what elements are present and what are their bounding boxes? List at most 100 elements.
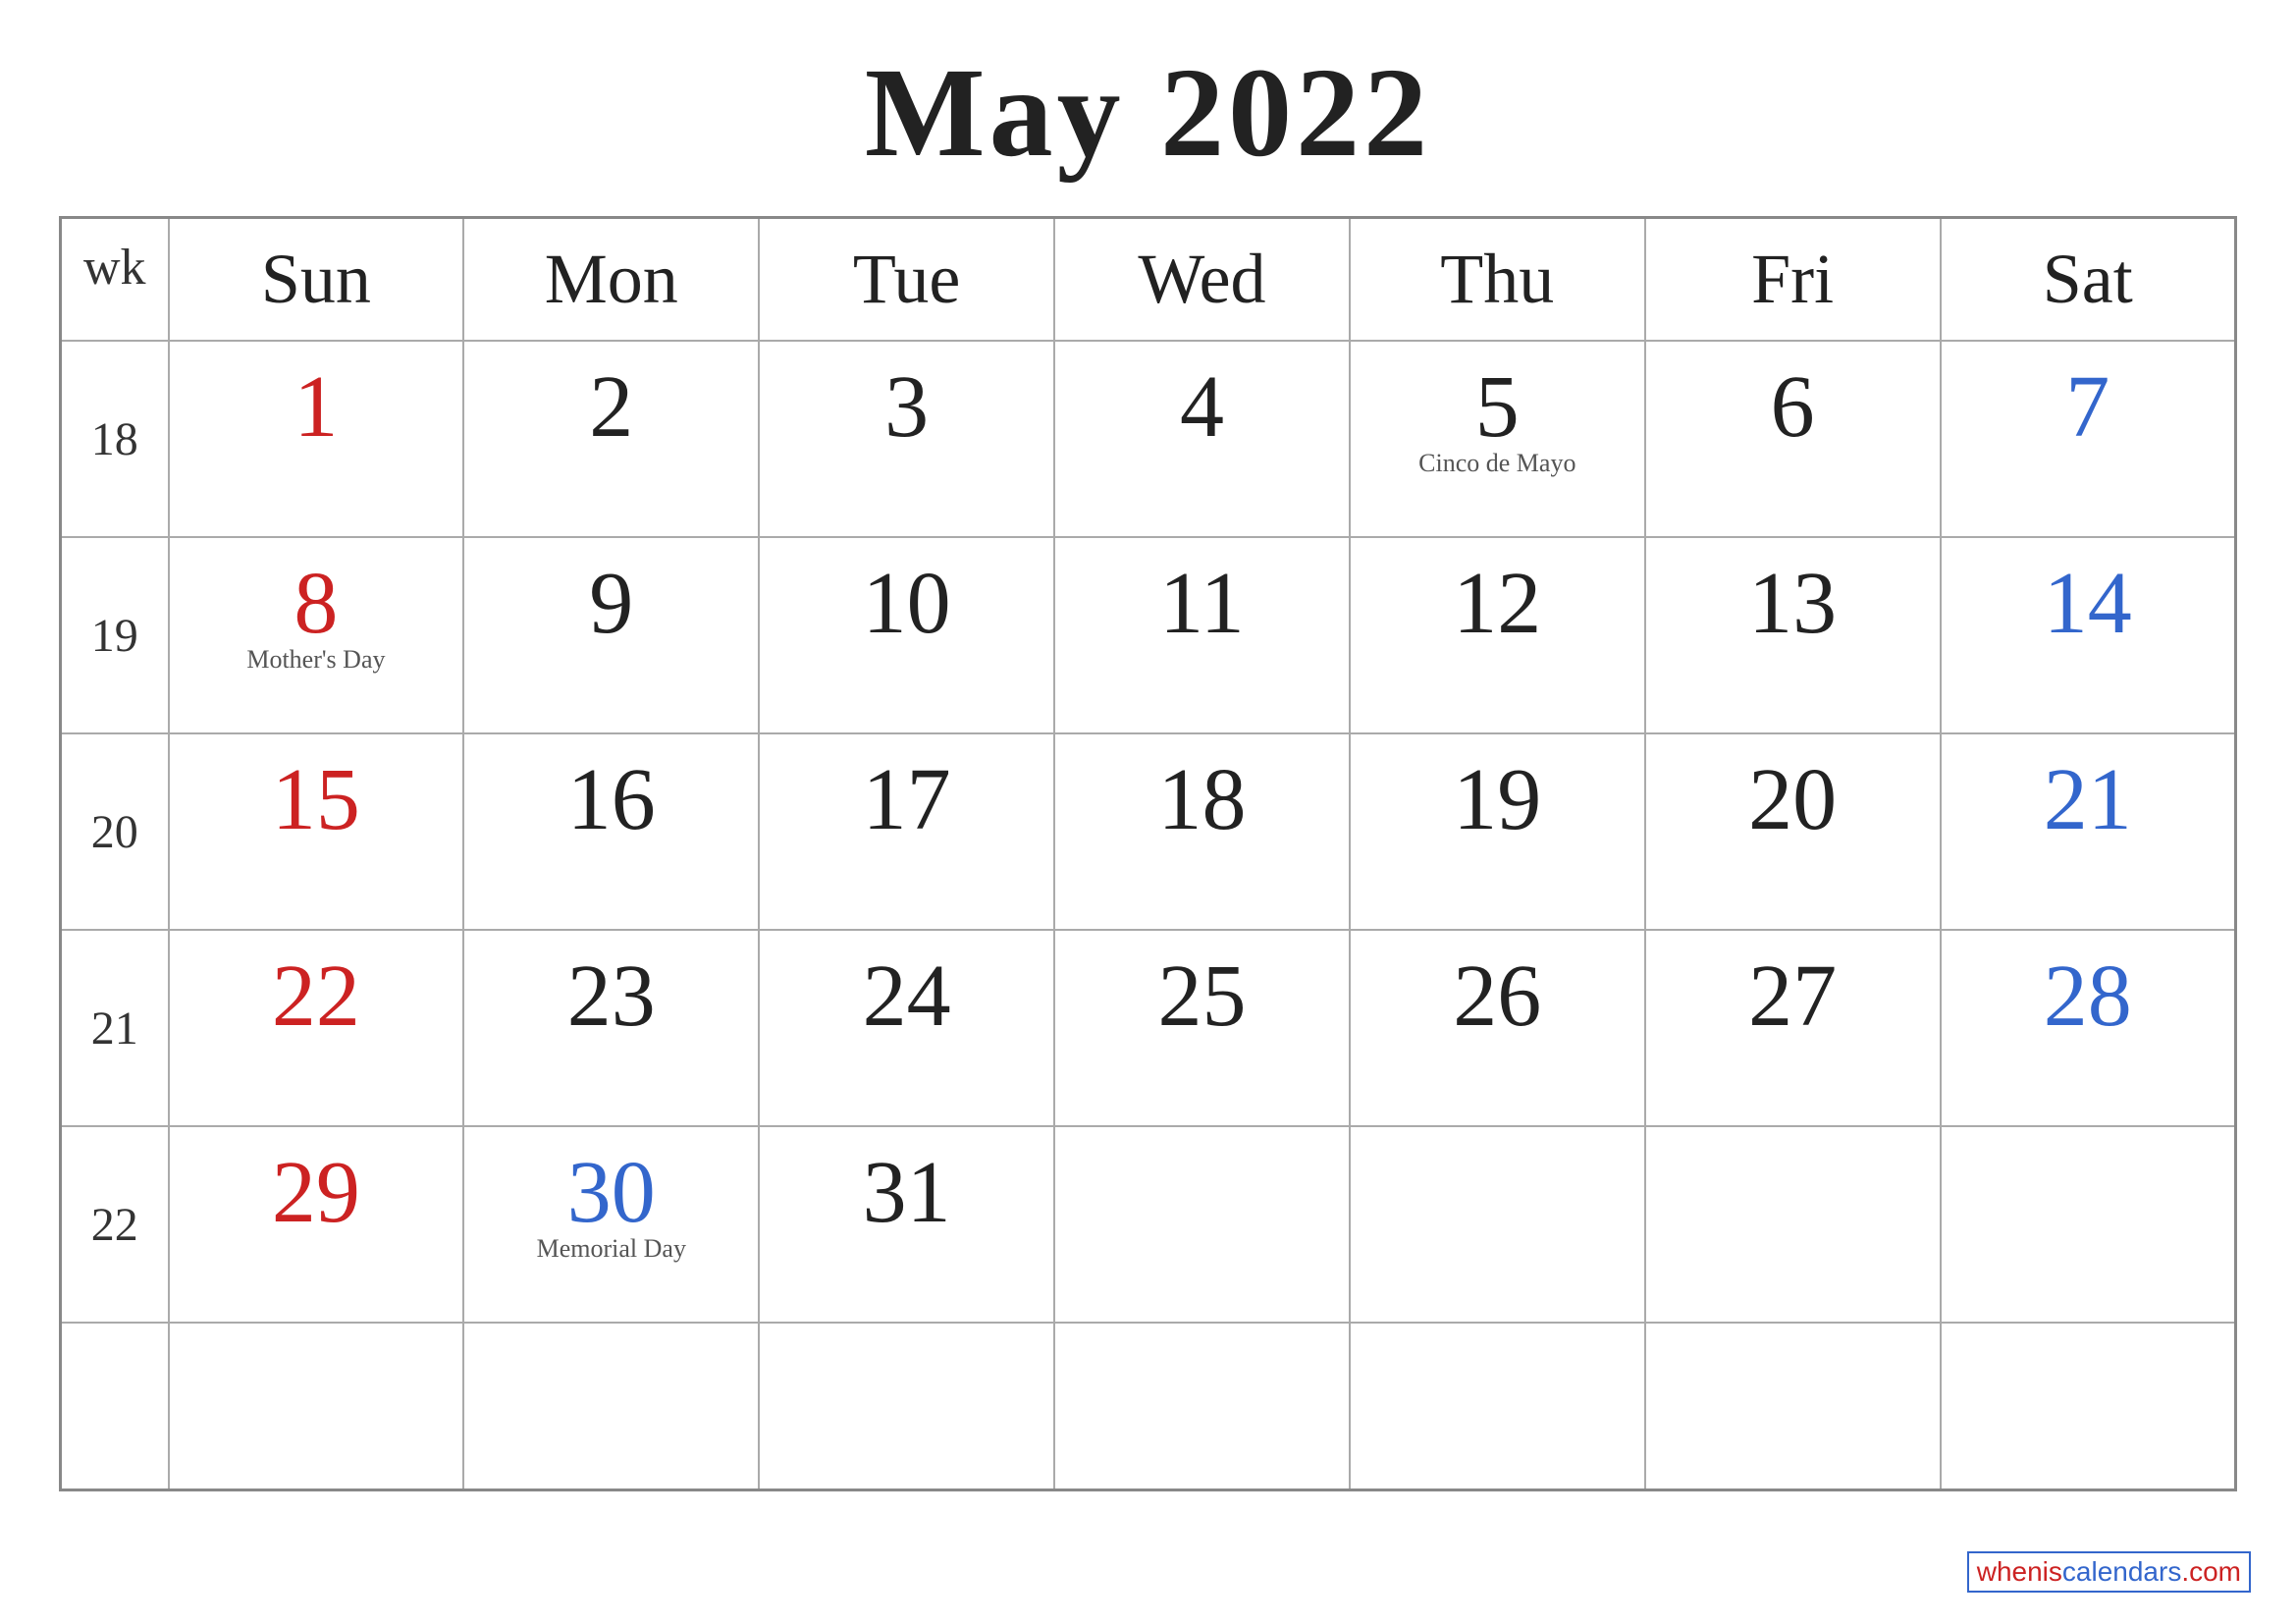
week-number-2: 19	[61, 537, 169, 733]
watermark-red: whenis	[1977, 1556, 2062, 1587]
day-number: 13	[1748, 555, 1837, 652]
header-sat: Sat	[1941, 218, 2236, 342]
day-cell	[169, 1323, 464, 1489]
watermark[interactable]: wheniscalendars.com	[1961, 1549, 2257, 1595]
day-number: 26	[1453, 947, 1541, 1045]
watermark-link[interactable]: wheniscalendars.com	[1977, 1556, 2241, 1587]
day-cell: 18	[1054, 733, 1350, 930]
week-number-1: 18	[61, 341, 169, 537]
holiday-label: Mother's Day	[180, 644, 454, 675]
header-wed: Wed	[1054, 218, 1350, 342]
day-number: 23	[567, 947, 656, 1045]
day-cell: 21	[1941, 733, 2236, 930]
day-cell: 31	[759, 1126, 1054, 1323]
day-number: 31	[863, 1144, 951, 1241]
week-number-5: 22	[61, 1126, 169, 1323]
calendar-header: wk Sun Mon Tue Wed Thu Fri Sat	[61, 218, 2236, 342]
day-cell	[1350, 1323, 1645, 1489]
page-title: May 2022	[865, 39, 1431, 187]
day-cell: 5Cinco de Mayo	[1350, 341, 1645, 537]
day-cell: 16	[463, 733, 759, 930]
day-cell	[1054, 1323, 1350, 1489]
day-cell: 3	[759, 341, 1054, 537]
day-number: 15	[272, 751, 360, 848]
day-cell: 15	[169, 733, 464, 930]
header-sun: Sun	[169, 218, 464, 342]
calendar-table: wk Sun Mon Tue Wed Thu Fri Sat 1812345Ci…	[59, 216, 2237, 1491]
day-number: 25	[1157, 947, 1246, 1045]
day-number: 5	[1475, 358, 1520, 456]
day-number: 8	[294, 555, 338, 652]
day-cell: 2	[463, 341, 759, 537]
day-cell	[1941, 1126, 2236, 1323]
day-number: 12	[1453, 555, 1541, 652]
day-number: 6	[1771, 358, 1815, 456]
day-number: 10	[863, 555, 951, 652]
day-cell: 6	[1645, 341, 1941, 537]
week-number-4: 21	[61, 930, 169, 1126]
day-cell: 12	[1350, 537, 1645, 733]
holiday-label: Memorial Day	[474, 1233, 748, 1264]
week-number-3: 20	[61, 733, 169, 930]
day-number: 21	[2044, 751, 2132, 848]
day-number: 17	[863, 751, 951, 848]
day-cell	[1054, 1126, 1350, 1323]
day-number: 18	[1157, 751, 1246, 848]
day-number: 7	[2065, 358, 2109, 456]
day-cell: 11	[1054, 537, 1350, 733]
watermark-end: .com	[2181, 1556, 2241, 1587]
day-number: 29	[272, 1144, 360, 1241]
day-number: 14	[2044, 555, 2132, 652]
day-cell	[759, 1323, 1054, 1489]
day-cell: 20	[1645, 733, 1941, 930]
day-cell: 13	[1645, 537, 1941, 733]
day-cell: 1	[169, 341, 464, 537]
day-number: 2	[589, 358, 633, 456]
header-tue: Tue	[759, 218, 1054, 342]
day-cell: 7	[1941, 341, 2236, 537]
day-number: 28	[2044, 947, 2132, 1045]
day-cell: 25	[1054, 930, 1350, 1126]
wk-header: wk	[61, 218, 169, 342]
day-cell: 4	[1054, 341, 1350, 537]
day-number: 20	[1748, 751, 1837, 848]
day-cell: 10	[759, 537, 1054, 733]
day-cell: 24	[759, 930, 1054, 1126]
day-cell: 8Mother's Day	[169, 537, 464, 733]
day-cell: 23	[463, 930, 759, 1126]
day-cell	[1645, 1323, 1941, 1489]
watermark-blue: calendars	[2062, 1556, 2181, 1587]
day-cell: 17	[759, 733, 1054, 930]
day-number: 11	[1159, 555, 1245, 652]
day-number: 19	[1453, 751, 1541, 848]
holiday-label: Cinco de Mayo	[1361, 448, 1634, 478]
day-number: 24	[863, 947, 951, 1045]
day-cell: 22	[169, 930, 464, 1126]
header-thu: Thu	[1350, 218, 1645, 342]
day-number: 9	[589, 555, 633, 652]
header-fri: Fri	[1645, 218, 1941, 342]
day-cell	[1350, 1126, 1645, 1323]
header-mon: Mon	[463, 218, 759, 342]
day-cell	[1645, 1126, 1941, 1323]
day-number: 16	[567, 751, 656, 848]
day-number: 3	[884, 358, 929, 456]
day-cell: 14	[1941, 537, 2236, 733]
day-cell: 28	[1941, 930, 2236, 1126]
day-number: 30	[567, 1144, 656, 1241]
day-cell	[463, 1323, 759, 1489]
week-number-6	[61, 1323, 169, 1489]
day-number: 4	[1180, 358, 1224, 456]
day-cell	[1941, 1323, 2236, 1489]
calendar-body: 1812345Cinco de Mayo67198Mother's Day910…	[61, 341, 2236, 1489]
day-cell: 9	[463, 537, 759, 733]
day-number: 1	[294, 358, 338, 456]
day-cell: 26	[1350, 930, 1645, 1126]
day-cell: 29	[169, 1126, 464, 1323]
day-cell: 19	[1350, 733, 1645, 930]
watermark-box: wheniscalendars.com	[1967, 1551, 2251, 1593]
day-number: 27	[1748, 947, 1837, 1045]
day-cell: 30Memorial Day	[463, 1126, 759, 1323]
day-number: 22	[272, 947, 360, 1045]
day-cell: 27	[1645, 930, 1941, 1126]
